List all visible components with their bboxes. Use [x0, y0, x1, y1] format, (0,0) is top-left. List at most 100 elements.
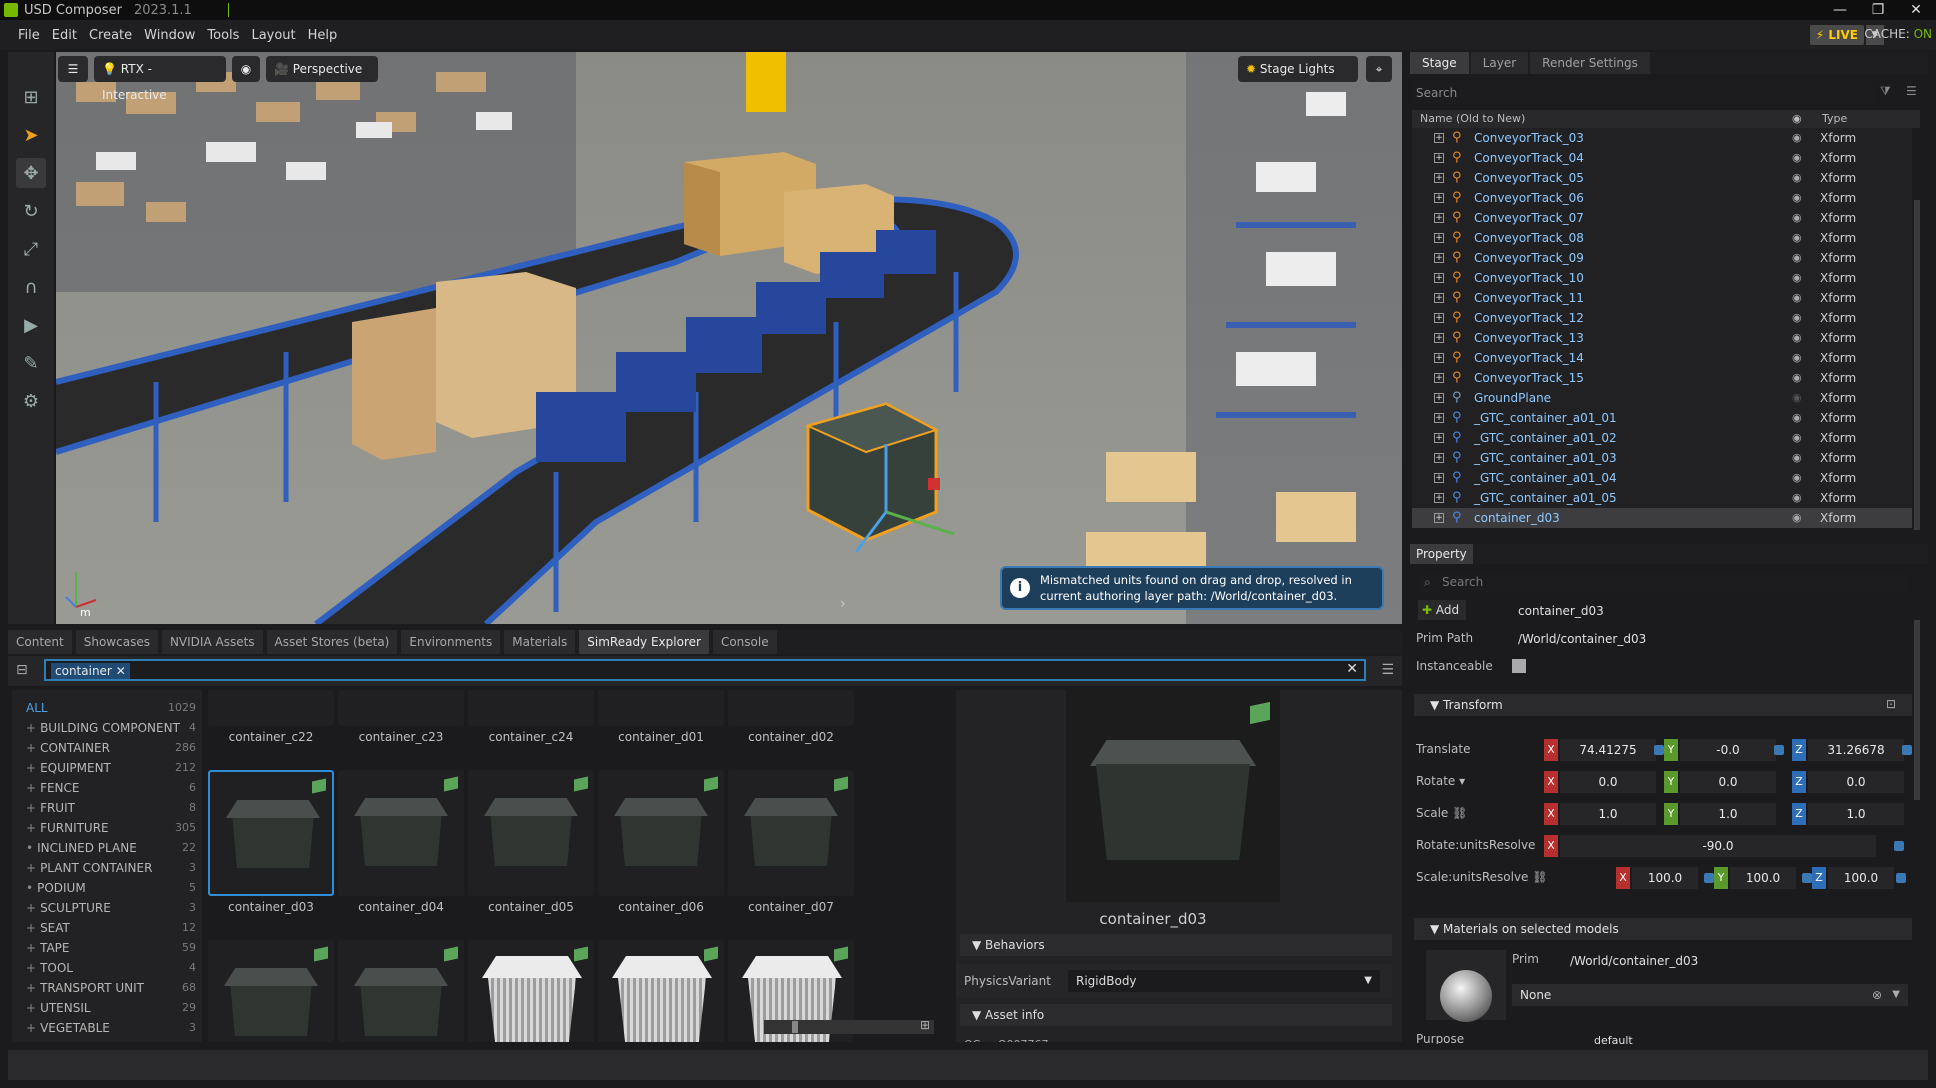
asset-cell[interactable]	[598, 770, 724, 896]
stage-row[interactable]: + ⚲ ConveyorTrack_12 ◉ Xform	[1412, 308, 1912, 328]
category-vegetable[interactable]: + VEGETABLE 3	[26, 1018, 196, 1038]
visibility-eye-icon[interactable]: ◉	[1792, 128, 1802, 148]
asset-info-section[interactable]: ▼ Asset info	[960, 1004, 1392, 1026]
tab-materials[interactable]: Materials	[504, 630, 576, 654]
keyframe-icon[interactable]	[1894, 841, 1904, 851]
expand-icon[interactable]: +	[1434, 333, 1444, 343]
rotate-x-field[interactable]: 0.0	[1560, 771, 1656, 793]
expand-icon[interactable]: +	[1434, 473, 1444, 483]
material-prim-field[interactable]: /World/container_d03	[1562, 950, 1906, 972]
expand-icon[interactable]: +	[1434, 213, 1444, 223]
keyframe-icon[interactable]	[1802, 873, 1812, 883]
asset-thumbnail[interactable]	[468, 770, 594, 896]
scale-x-field[interactable]: 1.0	[1560, 803, 1656, 825]
visibility-eye-icon[interactable]: ◉	[1792, 368, 1802, 388]
visibility-eye-icon[interactable]: ◉	[1792, 488, 1802, 508]
asset-thumbnail[interactable]	[208, 690, 334, 726]
thumbnail-size-slider[interactable]: ⊞	[764, 1018, 934, 1034]
expand-icon[interactable]: +	[1434, 233, 1444, 243]
expand-icon[interactable]: +	[1434, 313, 1444, 323]
render-mode-button[interactable]: 💡 RTX - Interactive	[94, 56, 226, 102]
category-all[interactable]: ALL 1029	[26, 698, 196, 718]
viewport-settings-icon[interactable]: ☰	[58, 56, 88, 82]
asset-thumbnail[interactable]	[728, 770, 854, 896]
visibility-eye-icon[interactable]: ◉	[1792, 228, 1802, 248]
visibility-eye-icon[interactable]: ◉	[1792, 408, 1802, 428]
translate-x-field[interactable]: 74.41275	[1560, 739, 1656, 761]
stage-row[interactable]: + ⚲ _GTC_container_a01_04 ◉ Xform	[1412, 468, 1912, 488]
scale-units-x-field[interactable]: 100.0	[1632, 867, 1698, 889]
rotate-label[interactable]: Rotate ▾	[1416, 774, 1465, 788]
add-button[interactable]: ✚ Add	[1418, 600, 1466, 620]
translate-y-field[interactable]: -0.0	[1680, 739, 1776, 761]
keyframe-icon[interactable]	[1704, 873, 1714, 883]
stage-row[interactable]: + ⚲ ConveyorTrack_07 ◉ Xform	[1412, 208, 1912, 228]
stage-row[interactable]: + ⚲ ConveyorTrack_11 ◉ Xform	[1412, 288, 1912, 308]
asset-thumbnail[interactable]	[598, 690, 724, 726]
physics-variant-dropdown[interactable]: RigidBody ▼	[1068, 970, 1380, 992]
visibility-eye-icon[interactable]: ◉	[1792, 468, 1802, 488]
viewport[interactable]: ☰ 💡 RTX - Interactive ◉ 🎥 Perspective ✹ …	[56, 52, 1402, 624]
tab-asset-stores[interactable]: Asset Stores (beta)	[266, 630, 398, 654]
tab-showcases[interactable]: Showcases	[75, 630, 158, 654]
asset-cell[interactable]	[338, 940, 464, 1042]
chevron-down-icon[interactable]: ▼	[1892, 984, 1900, 1006]
asset-thumbnail[interactable]	[598, 940, 724, 1042]
stage-menu-icon[interactable]: ☰	[1906, 84, 1917, 98]
rotate-z-field[interactable]: 0.0	[1808, 771, 1904, 793]
purpose-dropdown[interactable]: default	[1586, 1034, 1892, 1044]
keyframe-icon[interactable]	[1774, 745, 1784, 755]
expand-icon[interactable]: +	[1434, 173, 1444, 183]
visibility-eye-icon[interactable]: ◉	[1792, 288, 1802, 308]
category-container[interactable]: + CONTAINER 286	[26, 738, 196, 758]
category-furniture[interactable]: + FURNITURE 305	[26, 818, 196, 838]
materials-section[interactable]: ▼ Materials on selected models	[1414, 918, 1912, 940]
transform-options-icon[interactable]: ⊡	[1886, 697, 1896, 711]
minimize-icon[interactable]: —	[1820, 0, 1860, 20]
scale-units-y-field[interactable]: 100.0	[1730, 867, 1796, 889]
tab-environments[interactable]: Environments	[401, 630, 501, 654]
tab-content[interactable]: Content	[8, 630, 72, 654]
scale-units-z-field[interactable]: 100.0	[1828, 867, 1894, 889]
asset-cell[interactable]	[208, 770, 334, 896]
prim-path-field[interactable]: /World/container_d03	[1510, 628, 1908, 650]
column-visibility-icon[interactable]: ◉	[1792, 110, 1802, 128]
slider-handle[interactable]	[792, 1021, 798, 1033]
material-dropdown[interactable]: None ⊗ ▼	[1512, 984, 1908, 1006]
expand-icon[interactable]: +	[1434, 153, 1444, 163]
tab-console[interactable]: Console	[712, 630, 777, 654]
tab-property[interactable]: Property	[1410, 544, 1473, 564]
stage-lights-button[interactable]: ✹ Stage Lights	[1238, 56, 1358, 82]
expand-icon[interactable]: +	[1434, 273, 1444, 283]
category-building-component[interactable]: + BUILDING COMPONENT 4	[26, 718, 196, 738]
visibility-eye-icon[interactable]: ◉	[1792, 168, 1802, 188]
rotate-icon[interactable]: ↻	[16, 196, 46, 226]
stage-row[interactable]: + ⚲ ConveyorTrack_09 ◉ Xform	[1412, 248, 1912, 268]
asset-thumbnail[interactable]	[338, 690, 464, 726]
property-search-input[interactable]: ⌕ Search	[1418, 572, 1906, 592]
tab-render-settings[interactable]: Render Settings	[1530, 52, 1650, 74]
transform-section[interactable]: ▼ Transform	[1414, 694, 1912, 716]
expand-icon[interactable]: +	[1434, 133, 1444, 143]
visibility-eye-icon[interactable]: ◉	[1792, 388, 1802, 408]
expand-icon[interactable]: +	[1434, 493, 1444, 503]
expand-icon[interactable]: +	[1434, 353, 1444, 363]
category-utensil[interactable]: + UTENSIL 29	[26, 998, 196, 1018]
asset-cell[interactable]	[728, 770, 854, 896]
visibility-eye-icon[interactable]: ◉	[1792, 508, 1802, 528]
category-plant-container[interactable]: + PLANT CONTAINER 3	[26, 858, 196, 878]
stage-row[interactable]: + ⚲ ConveyorTrack_08 ◉ Xform	[1412, 228, 1912, 248]
behaviors-section[interactable]: ▼ Behaviors	[960, 934, 1392, 956]
category-inclined-plane[interactable]: • INCLINED PLANE 22	[26, 838, 196, 858]
asset-cell[interactable]	[468, 940, 594, 1042]
asset-cell[interactable]	[598, 940, 724, 1042]
tab-layer[interactable]: Layer	[1470, 52, 1529, 74]
magnet-icon[interactable]: ∩	[16, 272, 46, 302]
expand-icon[interactable]: +	[1434, 433, 1444, 443]
paint-icon[interactable]: ✎	[16, 348, 46, 378]
category-transport-unit[interactable]: + TRANSPORT UNIT 68	[26, 978, 196, 998]
visibility-eye-icon[interactable]: ◉	[1792, 308, 1802, 328]
link-icon[interactable]: ⛓	[1452, 806, 1467, 820]
filter-icon[interactable]: ⧩	[1880, 84, 1891, 99]
stage-row[interactable]: + ⚲ ConveyorTrack_15 ◉ Xform	[1412, 368, 1912, 388]
